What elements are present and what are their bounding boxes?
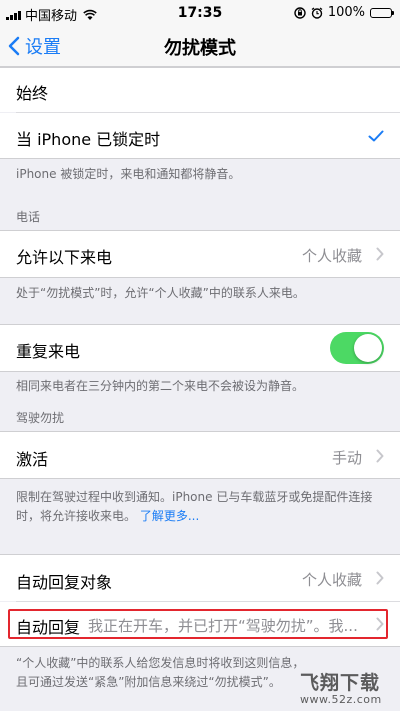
watermark-brand: 飞翔下载 <box>300 672 381 694</box>
status-bar: 中国移动 17:35 100% <box>0 0 400 26</box>
repeated-calls-label: 重复来电 <box>16 342 81 361</box>
option-when-locked-label: 当 iPhone 已锁定时 <box>16 130 161 149</box>
auto-reply-to-value: 个人收藏 <box>301 571 362 589</box>
auto-reply-to-row[interactable]: 自动回复对象 个人收藏 <box>0 555 400 601</box>
alarm-icon <box>311 6 323 19</box>
battery-icon <box>370 7 394 18</box>
repeated-calls-row: 重复来电 <box>0 325 400 371</box>
status-right: 100% <box>294 5 394 20</box>
page-title: 勿扰模式 <box>164 38 236 59</box>
divider <box>0 277 400 278</box>
activate-label: 激活 <box>16 450 49 469</box>
highlight-annotation <box>8 609 388 639</box>
allow-calls-note: 处于“勿扰模式”时，允许“个人收藏”中的联系人来电。 <box>16 286 305 300</box>
silence-note: iPhone 被锁定时，来电和通知都将静音。 <box>16 167 241 181</box>
chevron-right-icon <box>376 247 384 261</box>
section-header-phone: 电话 <box>16 210 41 224</box>
toggle-knob <box>354 334 382 362</box>
watermark-logo: 飞翔下载 www.52z.com <box>300 668 392 706</box>
auto-reply-to-label: 自动回复对象 <box>16 573 113 592</box>
divider <box>0 371 400 372</box>
checkmark-icon <box>368 130 384 142</box>
watermark-url: www.52z.com <box>300 693 382 706</box>
activate-row[interactable]: 激活 手动 <box>0 432 400 478</box>
driving-note: 限制在驾驶过程中收到通知。iPhone 已与车载蓝牙或免提配件连接时，将允许接收… <box>16 488 388 526</box>
option-always-label: 始终 <box>16 84 49 103</box>
divider <box>0 478 400 479</box>
activate-value: 手动 <box>331 449 362 467</box>
chevron-right-icon <box>376 449 384 463</box>
rotation-lock-icon <box>294 6 306 19</box>
divider <box>0 646 400 647</box>
battery-percent: 100% <box>327 5 365 20</box>
section-header-driving: 驾驶勿扰 <box>16 411 65 425</box>
allow-calls-value: 个人收藏 <box>301 247 362 265</box>
auto-reply-footer-note: “个人收藏”中的联系人给您发信息时将收到这则信息，且可通过发送“紧急”附加信息来… <box>16 656 305 689</box>
learn-more-link[interactable]: 了解更多... <box>140 509 199 523</box>
repeated-calls-note: 相同来电者在三分钟内的第二个来电不会被设为静音。 <box>16 379 305 393</box>
repeated-calls-toggle[interactable] <box>330 332 384 364</box>
divider <box>0 158 400 159</box>
allow-calls-from-row[interactable]: 允许以下来电 个人收藏 <box>0 231 400 277</box>
navigation-bar: 设置 勿扰模式 <box>0 26 400 67</box>
option-always[interactable]: 始终 <box>0 68 400 112</box>
option-when-locked[interactable]: 当 iPhone 已锁定时 <box>0 113 400 158</box>
allow-calls-label: 允许以下来电 <box>16 248 113 267</box>
chevron-right-icon <box>376 571 384 585</box>
